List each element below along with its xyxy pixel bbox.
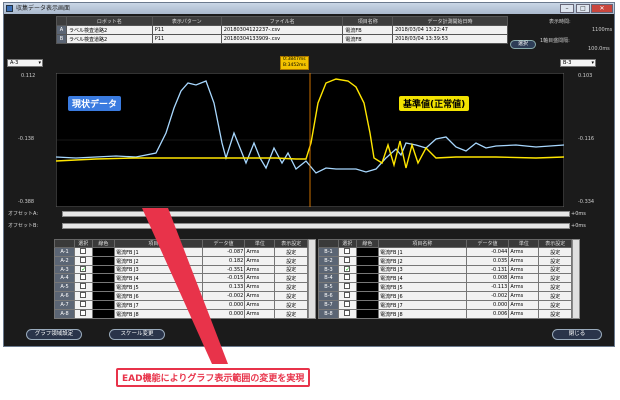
ead-feature-callout: EAD機能によりグラフ表示範囲の変更を実現: [116, 368, 311, 387]
arrow-shape: [142, 208, 228, 364]
annotation-arrow: [142, 208, 228, 364]
